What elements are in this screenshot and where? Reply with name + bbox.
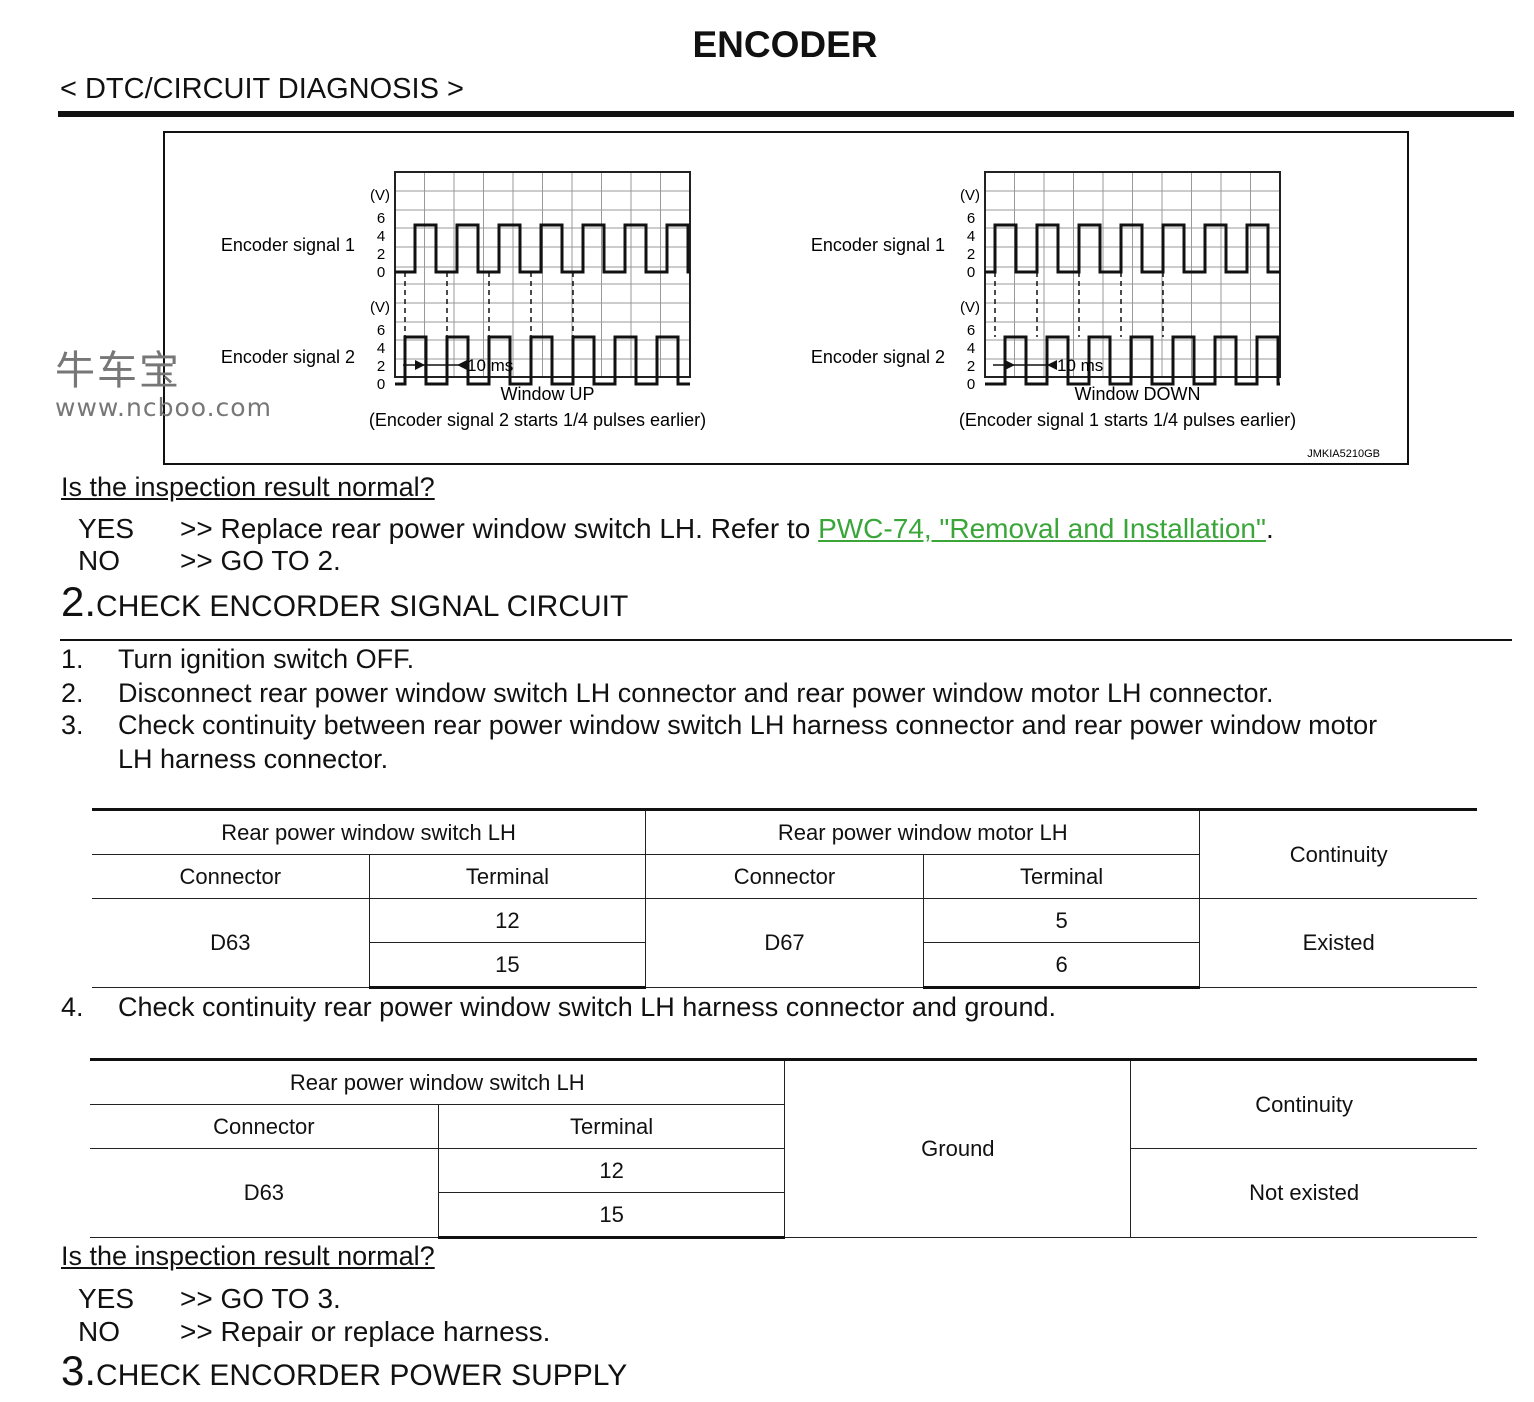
item-number: 1.: [61, 644, 84, 674]
cell-terminal: 5: [922, 898, 1201, 943]
signal-1-waveform: [395, 223, 690, 274]
tick-label: 0: [377, 264, 385, 281]
item-number: 4.: [61, 992, 84, 1022]
unit-label: (V): [370, 299, 390, 316]
item-number: 3.: [61, 710, 84, 740]
header-terminal: Terminal: [368, 854, 647, 899]
inspection-question: Is the inspection result normal?: [61, 472, 435, 502]
yes-action: >> GO TO 3.: [180, 1283, 341, 1314]
step-2-heading: 2.CHECK ENCORDER SIGNAL CIRCUIT: [61, 578, 629, 625]
time-scale-label: 10 ms: [1057, 356, 1103, 375]
no-label: NO: [78, 545, 120, 576]
tick-label: 0: [377, 376, 385, 393]
yes-action: >> Replace rear power window switch LH. …: [180, 513, 1274, 544]
signal-label: Encoder signal 1: [811, 235, 945, 255]
header-connector: Connector: [90, 1104, 439, 1149]
cell-ground: Ground: [784, 1058, 1132, 1238]
header-motor: Rear power window motor LH: [645, 808, 1201, 855]
cell-connector: D63: [92, 898, 370, 988]
list-item: Disconnect rear power window switch LH c…: [118, 678, 1274, 708]
cell-connector: D67: [645, 898, 924, 988]
tick-label: 4: [967, 340, 975, 357]
header-connector: Connector: [645, 854, 924, 899]
item-number: 2.: [61, 678, 84, 708]
unit-label: (V): [960, 187, 980, 204]
no-label: NO: [78, 1316, 120, 1347]
removal-installation-link[interactable]: PWC-74, "Removal and Installation": [818, 513, 1266, 544]
signal-label: Encoder signal 2: [811, 347, 945, 367]
tick-label: 6: [377, 210, 385, 227]
header-connector: Connector: [92, 854, 370, 899]
signal-label: Encoder signal 2: [221, 347, 355, 367]
header-switch: Rear power window switch LH: [92, 808, 647, 855]
tick-label: 6: [967, 322, 975, 339]
tick-label: 0: [967, 264, 975, 281]
unit-label: (V): [960, 299, 980, 316]
list-item: Turn ignition switch OFF.: [118, 644, 415, 674]
panel-note: (Encoder signal 1 starts 1/4 pulses earl…: [959, 410, 1296, 430]
cell-result: Existed: [1199, 898, 1477, 988]
inspection-question: Is the inspection result normal?: [61, 1241, 435, 1271]
tick-label: 4: [967, 228, 975, 245]
header-rule: [58, 111, 1514, 117]
yes-label: YES: [78, 513, 135, 544]
panel-note: (Encoder signal 2 starts 1/4 pulses earl…: [369, 410, 706, 430]
encoder-waveform-figure: (V)6420Encoder signal 1(V)6420Encoder si…: [163, 131, 1409, 465]
cell-terminal: 12: [437, 1148, 786, 1193]
step-rule: [60, 639, 1512, 641]
no-action: >> Repair or replace harness.: [180, 1316, 551, 1347]
header-continuity: Continuity: [1199, 808, 1477, 899]
time-scale-label: 10 ms: [467, 356, 513, 375]
continuity-table-1: Rear power window switch LH Rear power wi…: [92, 808, 1477, 989]
list-item-continued: LH harness connector.: [118, 744, 389, 774]
cell-terminal: 12: [368, 898, 647, 943]
tick-label: 4: [377, 228, 385, 245]
cell-terminal: 15: [368, 942, 647, 989]
cell-connector: D63: [90, 1148, 439, 1238]
panel-caption: Window DOWN: [1074, 384, 1200, 404]
header-switch: Rear power window switch LH: [90, 1058, 786, 1105]
tick-label: 4: [377, 340, 385, 357]
yes-label: YES: [78, 1283, 135, 1314]
section-header: < DTC/CIRCUIT DIAGNOSIS >: [60, 73, 464, 105]
cell-result: Not existed: [1130, 1148, 1477, 1238]
list-item: Check continuity between rear power wind…: [118, 710, 1378, 740]
signal-label: Encoder signal 1: [221, 235, 355, 255]
watermark-url: www.ncboo.com: [55, 393, 272, 422]
panel-caption: Window UP: [500, 384, 594, 404]
no-action: >> GO TO 2.: [180, 545, 341, 576]
figure-code: JMKIA5210GB: [1307, 448, 1380, 460]
step-3-heading: 3.CHECK ENCORDER POWER SUPPLY: [61, 1347, 628, 1394]
tick-label: 2: [967, 358, 975, 375]
cell-terminal: 6: [922, 942, 1201, 989]
tick-label: 2: [377, 358, 385, 375]
header-continuity: Continuity: [1130, 1058, 1477, 1149]
tick-label: 0: [967, 376, 975, 393]
unit-label: (V): [370, 187, 390, 204]
tick-label: 6: [377, 322, 385, 339]
tick-label: 2: [967, 246, 975, 263]
page-title: ENCODER: [692, 24, 878, 65]
continuity-table-2: Rear power window switch LH Ground Continu…: [90, 1058, 1477, 1239]
cell-terminal: 15: [437, 1192, 786, 1239]
header-terminal: Terminal: [922, 854, 1201, 899]
tick-label: 2: [377, 246, 385, 263]
list-item: Check continuity rear power window switc…: [118, 992, 1056, 1022]
header-terminal: Terminal: [437, 1104, 786, 1149]
tick-label: 6: [967, 210, 975, 227]
watermark-logo: 牛车宝: [55, 349, 181, 393]
